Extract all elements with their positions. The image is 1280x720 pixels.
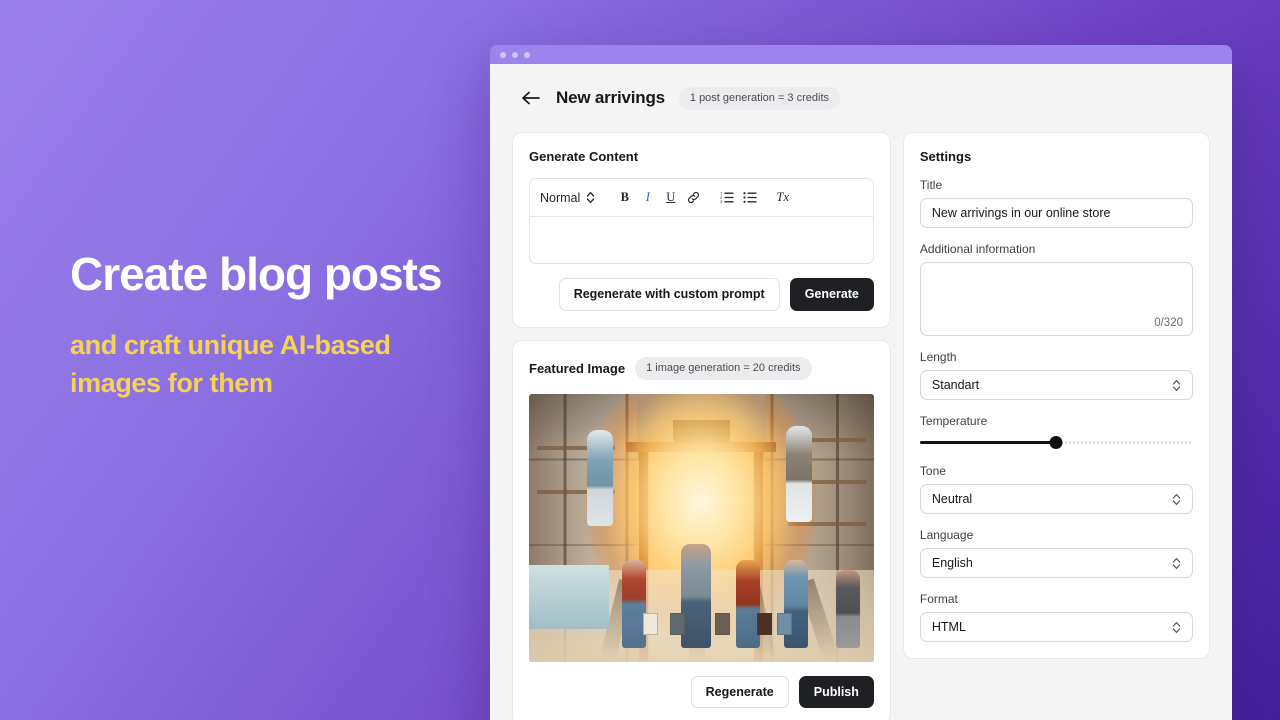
language-select[interactable]: English [919,548,1193,578]
shopping-bag [715,612,731,635]
settings-card: Settings Title New arrivings in our onli… [902,132,1210,659]
window-minimize-dot[interactable] [512,51,518,58]
publish-button[interactable]: Publish [798,675,874,708]
svg-text:3: 3 [720,199,723,204]
editor-toolbar: Normal B I U 1 2 3 Tx [530,179,873,217]
language-label: Language [919,528,974,542]
temperature-label: Temperature [919,414,988,428]
paragraph-style-value: Normal [540,190,581,205]
format-value: HTML [931,620,966,634]
additional-info-label: Additional information [919,242,1036,256]
featured-image-card: Featured Image 1 image generation = 20 c… [512,339,891,720]
page-title: New arrivings [556,88,665,107]
post-credits-badge: 1 post generation = 3 credits [678,86,841,110]
shopper [836,570,861,649]
tone-value: Neutral [931,492,973,506]
format-group: Format HTML [919,592,1193,642]
shopper [784,560,809,649]
page-header: New arrivings 1 post generation = 3 cred… [512,64,1210,132]
additional-info-group: Additional information 0/320 [919,242,1193,336]
chevron-updown-icon [586,191,595,204]
chevron-updown-icon [1172,493,1181,506]
promo-panel: Create blog posts and craft unique AI-ba… [70,248,470,402]
settings-title: Settings [919,149,972,164]
left-column: Generate Content Normal B I U 1 2 3 Tx R… [512,132,891,720]
rich-text-editor: Normal B I U 1 2 3 Tx [529,178,874,264]
slider-thumb[interactable] [1049,436,1063,449]
generate-actions: Regenerate with custom prompt Generate [529,278,874,311]
featured-image-header: Featured Image 1 image generation = 20 c… [529,356,874,380]
clear-formatting-icon[interactable]: Tx [771,186,794,209]
title-input-value: New arrivings in our online store [931,206,1111,220]
additional-info-textarea[interactable]: 0/320 [919,262,1193,336]
window-titlebar [490,45,1232,64]
generate-content-card: Generate Content Normal B I U 1 2 3 Tx R… [512,132,891,328]
chevron-updown-icon [1172,379,1181,392]
bullet-list-icon[interactable] [738,186,761,209]
featured-image-actions: Regenerate Publish [529,675,874,708]
image-credits-badge: 1 image generation = 20 credits [635,356,812,380]
shopper [622,560,647,649]
display-counter [529,565,609,630]
regenerate-custom-prompt-button[interactable]: Regenerate with custom prompt [558,278,780,311]
generate-button[interactable]: Generate [789,278,874,311]
paragraph-style-select[interactable]: Normal [540,191,613,205]
tone-group: Tone Neutral [919,464,1193,514]
ordered-list-icon[interactable]: 1 2 3 [715,186,738,209]
length-group: Length Standart [919,350,1193,400]
title-input[interactable]: New arrivings in our online store [919,198,1193,228]
editor-text-area[interactable] [530,217,873,263]
length-select[interactable]: Standart [919,370,1193,400]
shopper [735,560,760,649]
back-arrow-icon[interactable] [520,87,542,109]
promo-headline: Create blog posts [70,248,443,300]
slider-filled-track [919,441,1057,444]
chevron-updown-icon [1172,621,1181,634]
temperature-slider[interactable] [919,436,1193,450]
content-columns: Generate Content Normal B I U 1 2 3 Tx R… [512,132,1210,720]
length-label: Length [919,350,957,364]
window-maximize-dot[interactable] [524,51,530,58]
title-field-group: Title New arrivings in our online store [919,178,1193,228]
tone-label: Tone [919,464,946,478]
format-label: Format [919,592,958,606]
generate-content-title: Generate Content [529,149,639,164]
featured-image-preview[interactable] [529,393,874,662]
link-icon[interactable] [682,186,705,209]
language-group: Language English [919,528,1193,578]
mannequin [785,425,812,522]
tone-select[interactable]: Neutral [919,484,1193,514]
shopping-bag [756,612,772,635]
slider-remaining-track [1056,441,1193,444]
promo-subheadline: and craft unique AI-based images for the… [70,329,391,398]
right-column: Settings Title New arrivings in our onli… [902,132,1210,659]
language-value: English [931,556,973,570]
format-select[interactable]: HTML [919,612,1193,642]
window-close-dot[interactable] [500,51,506,58]
temperature-group: Temperature [919,414,1193,450]
italic-button[interactable]: I [636,186,659,209]
shopping-bag [642,612,658,635]
bold-button[interactable]: B [613,186,636,209]
underline-button[interactable]: U [659,186,682,209]
mannequin [587,429,613,526]
app-body: New arrivings 1 post generation = 3 cred… [490,64,1232,720]
clear-formatting-label: Tx [776,190,790,204]
featured-image-title: Featured Image [529,360,626,376]
shopping-bag [777,612,793,635]
app-window: New arrivings 1 post generation = 3 cred… [490,45,1232,720]
shopping-bag [670,612,686,635]
character-counter: 0/320 [1154,317,1183,329]
regenerate-image-button[interactable]: Regenerate [690,675,789,708]
length-value: Standart [931,378,980,392]
chevron-updown-icon [1172,557,1181,570]
title-label: Title [919,178,943,192]
